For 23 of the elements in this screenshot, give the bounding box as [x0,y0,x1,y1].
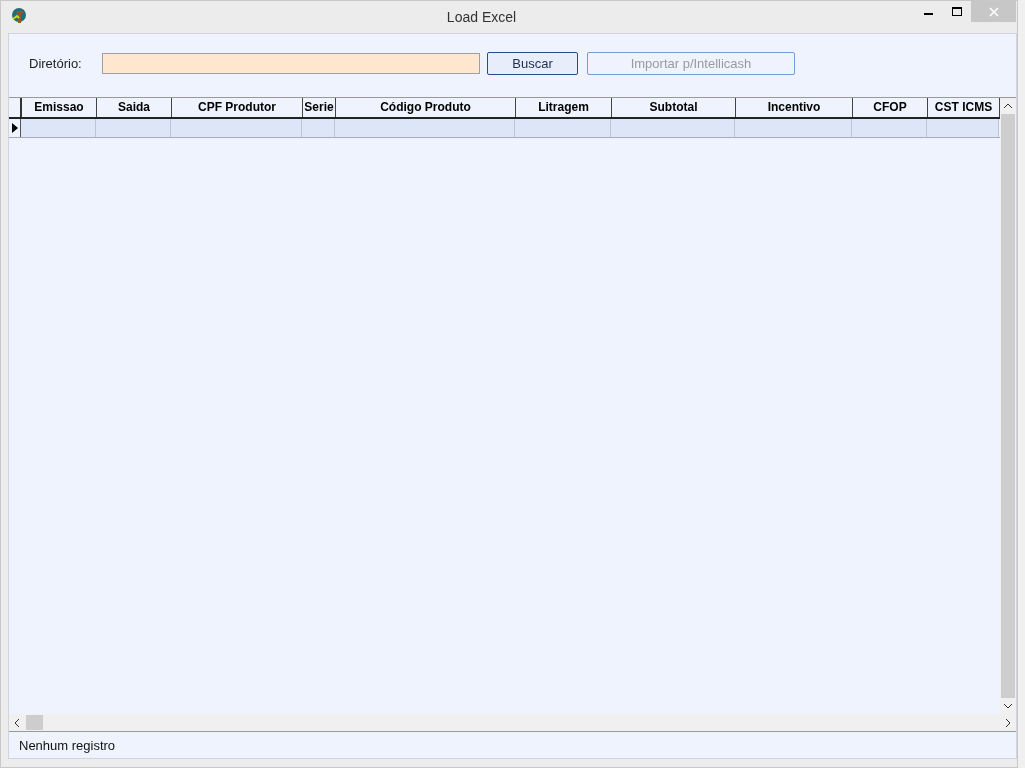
column-header[interactable]: Serie [303,98,336,117]
app-icon [10,7,28,25]
vertical-scrollbar[interactable] [1000,98,1016,714]
directory-label: Diretório: [29,56,83,71]
scroll-thumb[interactable] [1001,114,1015,698]
horizontal-scrollbar[interactable] [9,714,1016,732]
table-cell [302,119,335,137]
column-header[interactable]: Incentivo [736,98,853,117]
toolbar-button[interactable]: Buscar [487,52,578,75]
column-header[interactable]: Subtotal [612,98,736,117]
column-header[interactable]: Litragem [516,98,612,117]
directory-field[interactable] [102,53,480,74]
column-header[interactable]: Código Produto [336,98,516,117]
column-header[interactable]: CPF Produtor [172,98,303,117]
status-text: Nenhum registro [19,737,116,753]
close-icon [988,6,999,17]
column-header[interactable]: Emissao [22,98,97,117]
column-header[interactable]: Saida [97,98,172,117]
column-header[interactable]: CFOP [853,98,928,117]
maximize-icon[interactable] [951,6,963,17]
scroll-thumb[interactable] [26,715,43,730]
table-cell [927,119,999,137]
window-title: Load Excel [445,8,518,25]
